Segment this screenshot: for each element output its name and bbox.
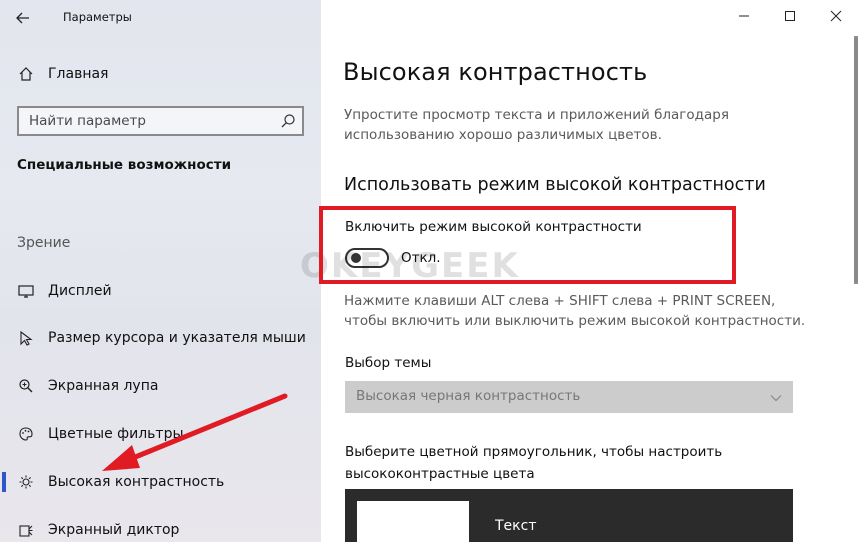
sidebar-item-home[interactable]: Главная bbox=[0, 57, 321, 91]
sidebar-item-narrator[interactable]: Экранный диктор bbox=[0, 513, 321, 542]
search-placeholder: Найти параметр bbox=[29, 113, 146, 129]
sidebar-item-label: Дисплей bbox=[48, 283, 112, 299]
sidebar-item-high-contrast[interactable]: Высокая контрастность bbox=[0, 465, 321, 499]
close-icon bbox=[830, 10, 842, 22]
sidebar-item-display[interactable]: Дисплей bbox=[0, 274, 321, 308]
theme-label: Выбор темы bbox=[345, 355, 432, 371]
scrollbar-thumb[interactable] bbox=[854, 36, 858, 284]
sidebar-titlebar: Параметры bbox=[0, 0, 321, 34]
maximize-button[interactable] bbox=[767, 0, 813, 32]
brightness-icon bbox=[17, 473, 35, 491]
shortcut-hint: Нажмите клавиши ALT слева + SHIFT слева … bbox=[344, 293, 806, 329]
search-input[interactable]: Найти параметр bbox=[17, 106, 304, 136]
sidebar-item-label: Цветные фильтры bbox=[48, 426, 184, 442]
home-icon bbox=[17, 65, 35, 83]
minimize-icon bbox=[739, 15, 749, 17]
sidebar-item-color-filters[interactable]: Цветные фильтры bbox=[0, 417, 321, 451]
magnifier-icon bbox=[17, 377, 35, 395]
palette-icon bbox=[17, 425, 35, 443]
chevron-down-icon bbox=[769, 390, 783, 404]
sidebar: Параметры Главная Найти параметр Специал… bbox=[0, 0, 321, 542]
text-color-swatch[interactable]: Текст bbox=[495, 518, 536, 534]
arrow-left-icon bbox=[16, 12, 29, 24]
display-icon bbox=[17, 282, 35, 300]
window-controls bbox=[721, 0, 859, 32]
sidebar-item-label: Экранный диктор bbox=[48, 522, 180, 538]
cursor-icon bbox=[17, 329, 35, 347]
maximize-icon bbox=[785, 11, 795, 21]
sidebar-item-label: Размер курсора и указателя мыши bbox=[48, 330, 306, 346]
app-title: Параметры bbox=[63, 10, 132, 24]
contrast-preview: Текст bbox=[345, 489, 793, 542]
section-title: Специальные возможности bbox=[17, 157, 232, 173]
sidebar-item-magnifier[interactable]: Экранная лупа bbox=[0, 369, 321, 403]
narrator-icon bbox=[17, 521, 35, 539]
group-title-vision: Зрение bbox=[17, 235, 71, 251]
minimize-button[interactable] bbox=[721, 0, 767, 32]
sidebar-item-label: Высокая контрастность bbox=[48, 474, 225, 490]
selection-indicator bbox=[2, 472, 6, 492]
theme-select-value: Высокая черная контрастность bbox=[356, 388, 581, 404]
section-heading: Использовать режим высокой контрастности bbox=[344, 175, 766, 195]
page-description: Упростите просмотр текста и приложений б… bbox=[344, 107, 729, 143]
sidebar-item-label: Экранная лупа bbox=[48, 378, 159, 394]
close-button[interactable] bbox=[813, 0, 859, 32]
back-button[interactable] bbox=[12, 7, 36, 29]
sidebar-item-cursor[interactable]: Размер курсора и указателя мыши bbox=[0, 321, 321, 355]
background-color-swatch[interactable] bbox=[357, 501, 469, 542]
theme-select[interactable]: Высокая черная контрастность bbox=[345, 381, 793, 413]
page-title: Высокая контрастность bbox=[343, 58, 648, 86]
color-rect-instruction: Выберите цветной прямоугольник, чтобы на… bbox=[345, 444, 723, 482]
sidebar-item-label: Главная bbox=[48, 66, 109, 82]
annotation-highlight-box bbox=[319, 206, 736, 284]
search-icon[interactable] bbox=[280, 113, 296, 129]
